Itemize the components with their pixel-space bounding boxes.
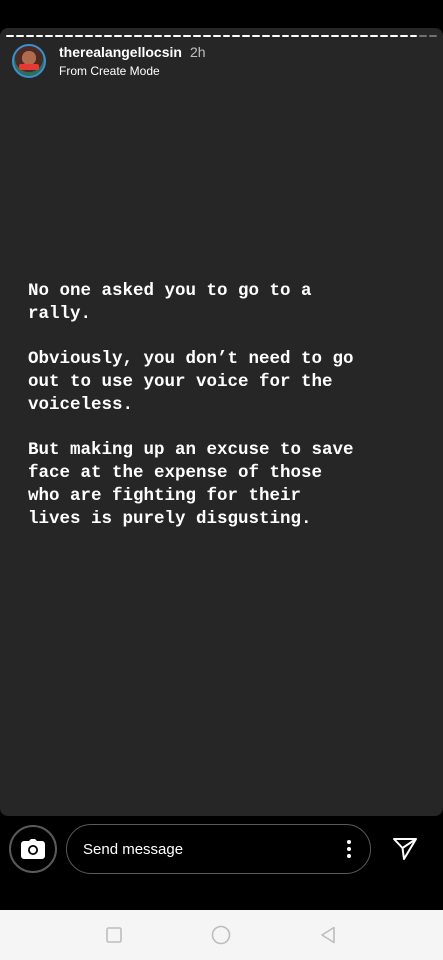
progress-segment (429, 35, 438, 37)
story-card[interactable]: therealangellocsin 2h From Create Mode N… (0, 28, 443, 816)
progress-segment (321, 35, 329, 37)
progress-segment (261, 35, 270, 37)
progress-segment (389, 35, 398, 37)
avatar[interactable] (12, 44, 46, 78)
story-meta: therealangellocsin 2h From Create Mode (59, 44, 206, 78)
story-header[interactable]: therealangellocsin 2h From Create Mode (12, 44, 206, 78)
progress-segment (380, 35, 388, 37)
progress-segment (360, 35, 369, 37)
story-paragraph-1: No one asked you to go to a rally. (28, 281, 312, 324)
progress-segment (124, 35, 132, 37)
reply-bar: Send message (0, 816, 443, 910)
progress-segment (212, 35, 221, 37)
circle-home-icon[interactable] (208, 922, 234, 948)
progress-segment (143, 35, 152, 37)
message-placeholder: Send message (83, 840, 184, 858)
progress-segment (409, 35, 418, 37)
progress-segment (25, 35, 34, 37)
story-paragraph-2: Obviously, you don’t need to go out to u… (28, 349, 354, 415)
camera-button[interactable] (9, 825, 57, 873)
avatar-tag (19, 64, 39, 70)
progress-segment (252, 35, 260, 37)
progress-segment (65, 35, 73, 37)
progress-segment (232, 35, 241, 37)
progress-segment (133, 35, 142, 37)
system-navigation-bar (0, 910, 443, 960)
progress-segment (114, 35, 123, 37)
story-progress-bar (6, 35, 438, 37)
progress-segment (301, 35, 310, 37)
progress-segment (74, 35, 83, 37)
story-subtitle: From Create Mode (59, 64, 160, 78)
send-icon[interactable] (388, 832, 422, 866)
progress-segment (330, 35, 339, 37)
progress-segment (104, 35, 113, 37)
progress-segment (340, 35, 349, 37)
progress-segment (35, 35, 44, 37)
progress-segment (202, 35, 211, 37)
progress-segment (183, 35, 192, 37)
camera-icon (21, 839, 45, 859)
progress-segment (419, 35, 428, 37)
square-recents-icon[interactable] (101, 922, 127, 948)
progress-segment (55, 35, 64, 37)
progress-segment (311, 35, 319, 37)
progress-segment (45, 35, 54, 37)
progress-segment (271, 35, 280, 37)
triangle-back-icon[interactable] (315, 922, 341, 948)
send-message-input[interactable]: Send message (66, 824, 371, 874)
progress-segment (370, 35, 379, 37)
time-ago: 2h (189, 44, 206, 60)
progress-segment (291, 35, 300, 37)
progress-segment (350, 35, 359, 37)
progress-segment (242, 35, 251, 37)
story-text: No one asked you to go to a rally. Obvio… (28, 280, 415, 553)
story-paragraph-3: But making up an excuse to save face at … (28, 440, 354, 529)
progress-segment (399, 35, 408, 37)
progress-segment (94, 35, 103, 37)
progress-segment (222, 35, 231, 37)
progress-segment (281, 35, 290, 37)
username[interactable]: therealangellocsin (59, 44, 182, 60)
progress-segment (15, 35, 24, 37)
progress-segment (193, 35, 201, 37)
progress-segment (6, 35, 14, 37)
progress-segment (153, 35, 162, 37)
progress-segment (163, 35, 172, 37)
progress-segment (173, 35, 182, 37)
progress-segment (84, 35, 93, 37)
more-vertical-icon[interactable] (334, 834, 364, 864)
